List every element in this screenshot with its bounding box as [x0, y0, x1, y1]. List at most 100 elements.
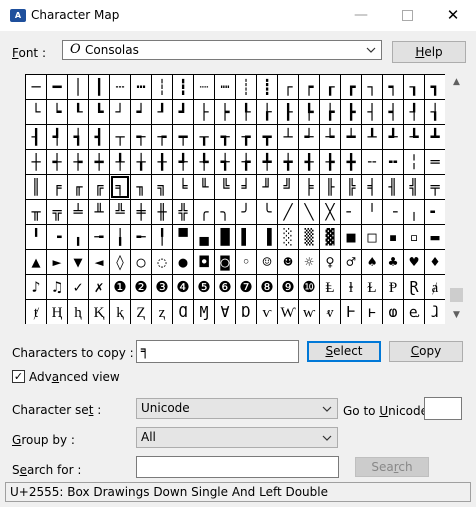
character-cell[interactable]: ◙ — [215, 250, 235, 274]
character-cell[interactable]: ▄ — [194, 225, 214, 249]
character-cell[interactable]: ╰ — [257, 200, 277, 224]
character-cell[interactable]: Ⱬ — [131, 300, 151, 324]
character-cell[interactable]: ◌ — [152, 250, 172, 274]
character-cell[interactable]: ⱷ — [383, 300, 403, 324]
character-cell[interactable]: ▲ — [26, 250, 46, 274]
character-cell[interactable]: ╚ — [215, 175, 235, 199]
character-cell[interactable]: ▌ — [236, 225, 256, 249]
character-cell[interactable]: ┊ — [236, 75, 256, 99]
character-cell[interactable]: ☼ — [299, 250, 319, 274]
character-cell[interactable]: ⱥ — [425, 275, 445, 299]
character-cell[interactable]: ┽ — [47, 150, 67, 174]
character-cell[interactable]: Ɑ — [173, 300, 193, 324]
character-cell[interactable]: ┮ — [152, 125, 172, 149]
character-cell[interactable]: ● — [173, 250, 193, 274]
character-cell[interactable]: ╗ — [152, 175, 172, 199]
character-cell[interactable]: ┸ — [362, 125, 382, 149]
character-cell[interactable]: ┞ — [236, 100, 256, 124]
character-cell[interactable]: ► — [47, 250, 67, 274]
character-cell[interactable]: ╳ — [320, 200, 340, 224]
character-cell[interactable]: ╋ — [341, 150, 361, 174]
character-cell[interactable]: ┑ — [383, 75, 403, 99]
character-cell[interactable]: Ⱡ — [320, 275, 340, 299]
character-cell[interactable]: ❹ — [173, 275, 193, 299]
character-cell[interactable]: ╕ — [110, 175, 130, 199]
character-cell[interactable]: ⱹ — [425, 300, 445, 324]
character-cell[interactable]: ┻ — [425, 125, 445, 149]
character-cell[interactable]: ┭ — [131, 125, 151, 149]
character-cell[interactable]: ❼ — [236, 275, 256, 299]
character-cell[interactable]: ╅ — [215, 150, 235, 174]
character-cell[interactable]: ⱱ — [257, 300, 277, 324]
advanced-view-label[interactable]: Advanced view — [29, 370, 120, 384]
character-set-dropdown[interactable]: Unicode — [136, 398, 338, 419]
character-cell[interactable]: ▐ — [257, 225, 277, 249]
character-cell[interactable]: ☻ — [278, 250, 298, 274]
character-cell[interactable]: ╡ — [362, 175, 382, 199]
character-cell[interactable]: ╒ — [47, 175, 67, 199]
character-cell[interactable]: ❶ — [110, 275, 130, 299]
character-cell[interactable]: Ɫ — [362, 275, 382, 299]
character-cell[interactable]: ╄ — [194, 150, 214, 174]
character-cell[interactable]: ┬ — [110, 125, 130, 149]
character-cell[interactable]: ╾ — [131, 225, 151, 249]
character-cell[interactable]: ┧ — [425, 100, 445, 124]
character-cell[interactable]: ✓ — [68, 275, 88, 299]
character-cell[interactable]: ⱴ — [320, 300, 340, 324]
character-cell[interactable]: ⱨ — [68, 300, 88, 324]
character-cell[interactable]: ┕ — [47, 100, 67, 124]
character-cell[interactable]: ╓ — [68, 175, 88, 199]
character-cell[interactable]: ┟ — [257, 100, 277, 124]
character-cell[interactable]: Ⱶ — [341, 300, 361, 324]
minimize-button[interactable]: — — [338, 0, 384, 31]
character-cell[interactable]: ╬ — [173, 200, 193, 224]
character-cell[interactable]: ┵ — [299, 125, 319, 149]
character-cell[interactable]: ◊ — [110, 250, 130, 274]
character-cell[interactable]: Ⱪ — [89, 300, 109, 324]
character-cell[interactable]: ┱ — [215, 125, 235, 149]
character-cell[interactable]: ╿ — [152, 225, 172, 249]
character-cell[interactable]: ┫ — [89, 125, 109, 149]
character-cell[interactable]: ┘ — [110, 100, 130, 124]
character-cell[interactable]: ┢ — [320, 100, 340, 124]
character-cell[interactable]: ╴ — [341, 200, 361, 224]
character-cell[interactable]: ╼ — [89, 225, 109, 249]
character-cell[interactable]: ╌ — [362, 150, 382, 174]
character-cell[interactable]: ╁ — [131, 150, 151, 174]
character-cell[interactable]: ┖ — [68, 100, 88, 124]
character-cell[interactable]: ┷ — [341, 125, 361, 149]
characters-to-copy-input[interactable]: ╕ — [136, 340, 299, 363]
character-cell[interactable]: Ɐ — [215, 300, 235, 324]
character-cell[interactable]: ❽ — [257, 275, 277, 299]
character-cell[interactable]: ╲ — [299, 200, 319, 224]
character-cell[interactable]: ▫ — [404, 225, 424, 249]
character-cell[interactable]: Ⱨ — [47, 300, 67, 324]
character-cell[interactable]: ┾ — [68, 150, 88, 174]
character-cell[interactable]: ┝ — [215, 100, 235, 124]
character-cell[interactable]: ⱬ — [152, 300, 172, 324]
character-cell[interactable]: ○ — [131, 250, 151, 274]
character-cell[interactable]: ┗ — [89, 100, 109, 124]
character-cell[interactable]: ⱡ — [341, 275, 361, 299]
character-cell[interactable]: ┄ — [110, 75, 130, 99]
character-cell[interactable]: ║ — [26, 175, 46, 199]
character-cell[interactable]: ♣ — [383, 250, 403, 274]
close-button[interactable]: ✕ — [430, 0, 476, 31]
help-button[interactable]: Help — [392, 41, 466, 63]
character-cell[interactable]: ❷ — [131, 275, 151, 299]
character-cell[interactable]: ┦ — [404, 100, 424, 124]
character-cell[interactable]: ╖ — [131, 175, 151, 199]
character-cell[interactable]: ╍ — [383, 150, 403, 174]
grid-scrollbar[interactable]: ▲ ▼ — [448, 74, 465, 324]
character-cell[interactable]: ╹ — [26, 225, 46, 249]
character-cell[interactable]: ▪ — [383, 225, 403, 249]
character-cell[interactable]: ┋ — [257, 75, 277, 99]
character-cell[interactable]: ⱪ — [110, 300, 130, 324]
scroll-up-icon[interactable]: ▲ — [448, 74, 465, 91]
character-cell[interactable]: ┶ — [320, 125, 340, 149]
character-cell[interactable]: ╮ — [215, 200, 235, 224]
copy-button[interactable]: Copy — [389, 341, 463, 362]
character-cell[interactable]: ╨ — [89, 200, 109, 224]
character-cell[interactable]: ╭ — [194, 200, 214, 224]
scrollbar-thumb[interactable] — [450, 288, 463, 302]
